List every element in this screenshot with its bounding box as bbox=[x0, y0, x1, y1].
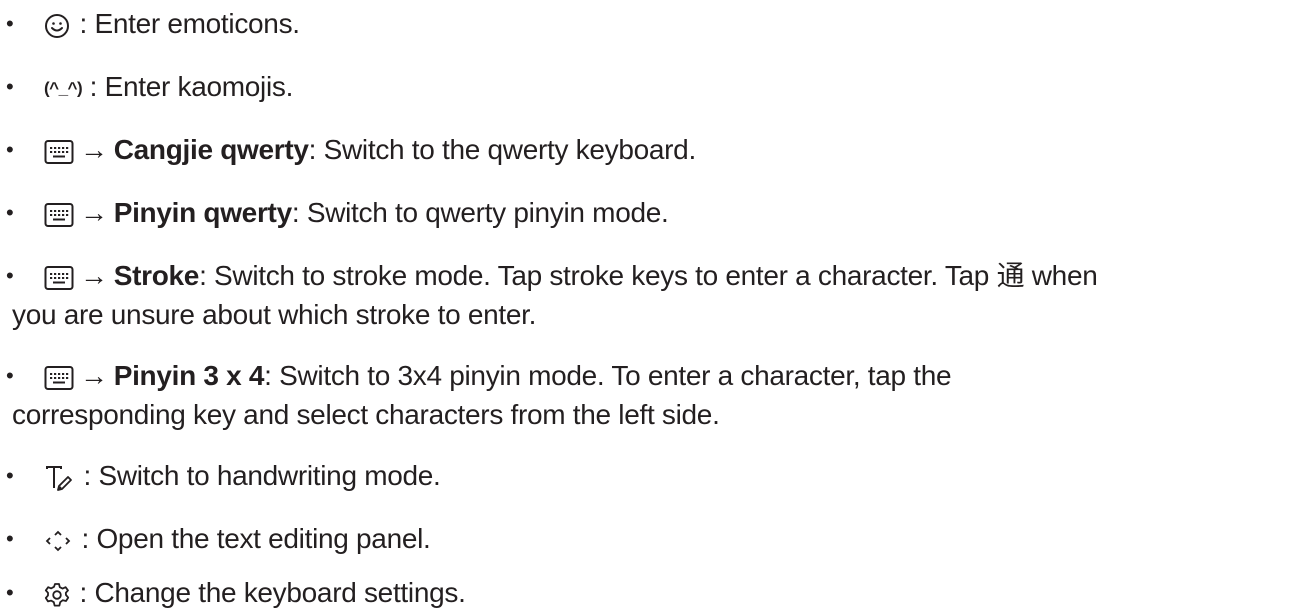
kaomoji-icon: (^_^) bbox=[44, 78, 83, 98]
emoticon-smiley-icon bbox=[44, 13, 70, 39]
bullet: • bbox=[6, 463, 14, 488]
bullet: • bbox=[6, 263, 14, 288]
bullet: • bbox=[6, 137, 14, 162]
keyboard-icon bbox=[44, 365, 74, 391]
keyboard-icon bbox=[44, 202, 74, 228]
keyboard-icon bbox=[44, 139, 74, 165]
text-editing-icon bbox=[44, 527, 72, 555]
bullet: • bbox=[6, 580, 14, 605]
bullet: • bbox=[6, 200, 14, 225]
bullet: • bbox=[6, 74, 14, 99]
bullet: • bbox=[6, 11, 14, 36]
stroke-key-glyph: 通 bbox=[996, 259, 1025, 292]
keyboard-icon bbox=[44, 265, 74, 291]
settings-gear-icon bbox=[44, 582, 70, 608]
bullet: • bbox=[6, 363, 14, 388]
handwriting-icon bbox=[44, 464, 74, 492]
bullet: • bbox=[6, 526, 14, 551]
feature-list: • : Enter emoticons. • (^_^) : Enter kao… bbox=[0, 0, 1302, 616]
